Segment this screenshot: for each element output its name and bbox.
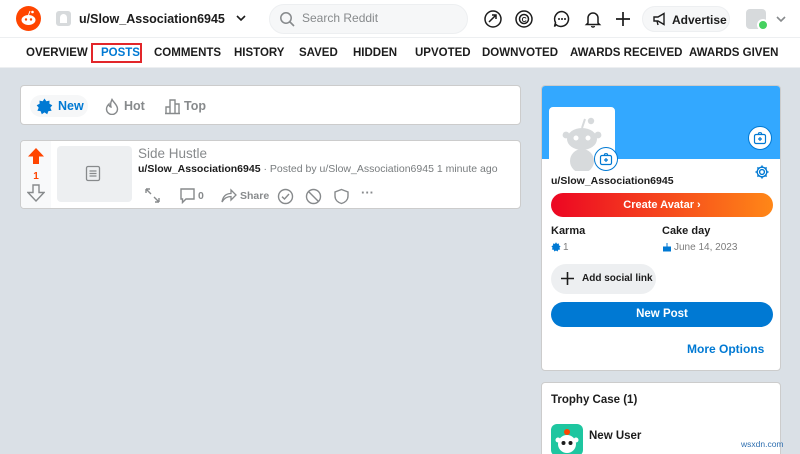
tab-comments[interactable]: COMMENTS (154, 47, 221, 59)
popular-icon[interactable] (483, 9, 503, 29)
expand-button[interactable] (144, 186, 162, 206)
expand-arrows-icon (145, 188, 160, 203)
tab-upvoted[interactable]: UPVOTED (415, 47, 471, 59)
profile-card: u/Slow_Association6945 Create Avatar › K… (541, 85, 781, 371)
create-avatar-button[interactable]: Create Avatar › (551, 193, 773, 217)
advertise-label: Advertise (672, 13, 727, 27)
banner-upload-button[interactable] (748, 126, 772, 150)
vote-score: 1 (33, 171, 39, 182)
share-arrow-icon (221, 188, 237, 203)
watermark-text: wsxdn.com (741, 439, 784, 449)
highlight-box (91, 43, 142, 63)
sort-hot-button[interactable]: Hot (98, 95, 150, 117)
new-user-trophy-icon (551, 424, 583, 454)
tab-overview[interactable]: OVERVIEW (26, 47, 88, 59)
tab-history[interactable]: HISTORY (234, 47, 284, 59)
sort-bar: New Hot Top (20, 85, 521, 125)
bell-icon[interactable] (583, 9, 603, 29)
new-post-button[interactable]: New Post (551, 302, 773, 327)
search-icon (280, 12, 295, 27)
advertise-button[interactable]: Advertise (642, 6, 730, 32)
downvote-arrow-icon[interactable] (27, 184, 45, 202)
tab-awards-given[interactable]: AWARDS GIVEN (689, 47, 778, 59)
sort-top-label: Top (184, 99, 206, 113)
comments-button[interactable]: 0 (179, 186, 209, 206)
post-subreddit[interactable]: u/Slow_Association6945 (138, 163, 261, 175)
sort-new-label: New (58, 99, 84, 113)
karma-label: Karma (551, 225, 586, 237)
tab-downvoted[interactable]: DOWNVOTED (482, 47, 558, 59)
search-input[interactable] (302, 11, 452, 25)
post-card[interactable]: 1 Side Hustle u/Slow_Association6945 · P… (20, 140, 521, 209)
text-post-icon (85, 165, 101, 182)
flame-icon (105, 98, 119, 115)
post-meta: u/Slow_Association6945 · Posted by u/Slo… (138, 163, 498, 175)
reddit-logo-icon[interactable] (16, 6, 41, 31)
tab-hidden[interactable]: HIDDEN (353, 47, 397, 59)
tab-awards-received[interactable]: AWARDS RECEIVED (570, 47, 682, 59)
comment-icon (180, 188, 195, 204)
share-button[interactable]: Share (220, 186, 270, 206)
user-avatar[interactable] (746, 9, 769, 31)
cake-day-label: Cake day (662, 225, 711, 237)
coins-icon[interactable]: C (514, 9, 534, 29)
profile-username: u/Slow_Association6945 (551, 175, 674, 187)
user-community-icon[interactable] (56, 11, 71, 26)
chat-icon[interactable] (552, 9, 572, 29)
top-header: u/Slow_Association6945 C Advertise (0, 0, 800, 38)
comments-count: 0 (198, 190, 204, 202)
svg-text:C: C (522, 17, 527, 24)
more-options-dots-icon[interactable]: ··· (361, 185, 379, 205)
vote-column: 1 (21, 141, 51, 208)
remove-block-icon[interactable] (305, 188, 322, 205)
add-social-link-button[interactable]: Add social link (551, 264, 656, 294)
trophy-case-title: Trophy Case (1) (551, 394, 638, 406)
more-options-link[interactable]: More Options (687, 342, 764, 356)
plus-icon (561, 272, 574, 285)
tab-saved[interactable]: SAVED (299, 47, 338, 59)
megaphone-icon (653, 12, 665, 26)
share-label: Share (240, 190, 270, 202)
chevron-down-icon[interactable] (234, 11, 248, 25)
post-posted-by: · Posted by u/Slow_Association6945 1 min… (263, 163, 498, 175)
add-social-link-label: Add social link (582, 273, 653, 284)
upvote-arrow-icon[interactable] (27, 147, 45, 165)
new-burst-icon (36, 98, 53, 115)
sort-top-button[interactable]: Top (158, 95, 210, 117)
shield-icon[interactable] (333, 188, 350, 205)
trophy-name: New User (589, 430, 642, 442)
post-title[interactable]: Side Hustle (138, 146, 207, 161)
camera-plus-icon (599, 153, 613, 166)
sort-hot-label: Hot (124, 99, 145, 113)
approve-check-icon[interactable] (277, 188, 294, 205)
karma-value: 1 (563, 242, 569, 253)
chevron-down-icon[interactable] (774, 12, 788, 26)
camera-plus-icon (753, 132, 767, 145)
sort-new-button[interactable]: New (30, 95, 88, 117)
cake-day-value: June 14, 2023 (674, 242, 738, 253)
cake-icon (663, 243, 671, 252)
avatar-upload-button[interactable] (594, 147, 618, 171)
search-bar[interactable] (269, 4, 468, 34)
user-dropdown-label[interactable]: u/Slow_Association6945 (79, 12, 225, 26)
bar-chart-icon (165, 99, 180, 115)
post-thumbnail[interactable] (57, 146, 132, 202)
gear-icon[interactable] (754, 164, 770, 180)
plus-icon[interactable] (613, 9, 633, 29)
karma-burst-icon (551, 242, 561, 252)
